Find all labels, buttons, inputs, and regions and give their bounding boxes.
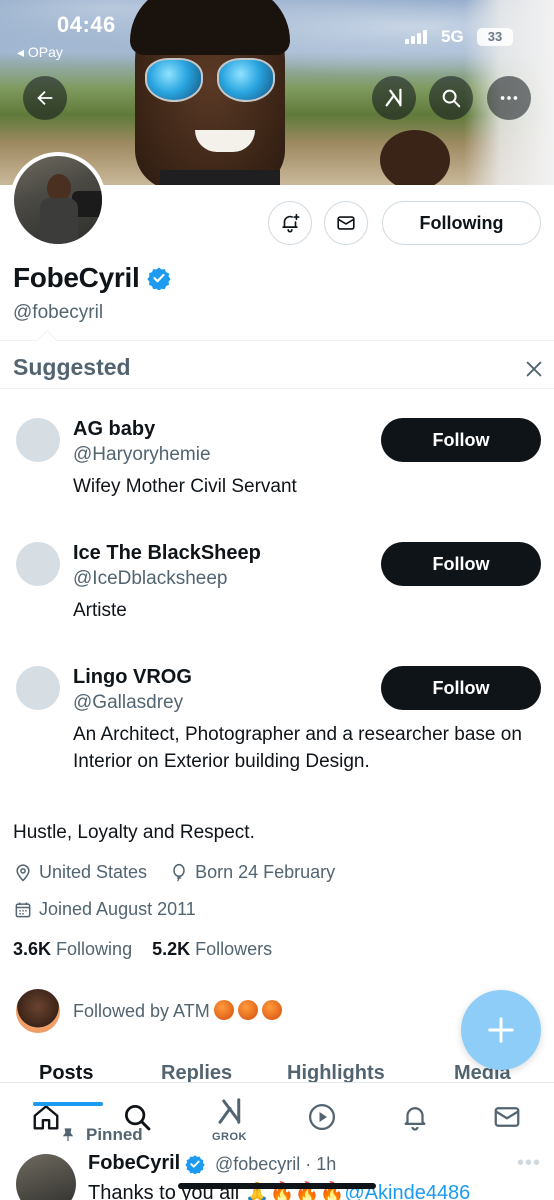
profile-meta-row: United States Born 24 February [13, 862, 335, 883]
followers-count: 5.2K [152, 939, 191, 959]
followers-count-link[interactable]: 5.2K Followers [152, 939, 272, 959]
verified-badge-icon[interactable] [147, 266, 172, 290]
suggested-caret [37, 330, 57, 350]
nav-notifications[interactable] [399, 1101, 431, 1133]
back-to-app-link[interactable]: ◂ OPay [17, 44, 63, 61]
suggested-user-bio: Wifey Mother Civil Servant [73, 476, 297, 497]
dismiss-suggested-button[interactable] [521, 356, 547, 382]
followed-by-avatar [16, 989, 60, 1033]
follow-button[interactable]: Follow [381, 666, 541, 710]
pinned-label-row: Pinned [60, 1125, 143, 1145]
suggested-title: Suggested [13, 354, 131, 380]
more-icon [500, 96, 518, 100]
home-icon [33, 1105, 59, 1130]
balloon-icon [173, 863, 185, 882]
suggested-user-avatar[interactable] [16, 542, 60, 586]
active-tab-indicator [33, 1102, 103, 1106]
pinned-label: Pinned [86, 1125, 143, 1144]
grok-icon [218, 1098, 241, 1124]
message-button[interactable] [324, 201, 368, 245]
birthday-group: Born 24 February [169, 862, 335, 883]
suggested-user-handle: @Haryoryhemie [73, 444, 211, 465]
profile-birthday: Born 24 February [195, 862, 336, 882]
followed-by-text: Followed by ATM [73, 1000, 282, 1022]
plus-icon [488, 1017, 514, 1043]
basketball-emoji [213, 1000, 234, 1020]
calendar-icon [15, 902, 31, 917]
grok-icon [385, 88, 402, 107]
more-options-button[interactable] [487, 76, 531, 120]
bell-icon [404, 1107, 426, 1131]
profile-bio: Hustle, Loyalty and Respect. [13, 822, 255, 843]
basketball-emoji [237, 1000, 258, 1020]
status-bar: 04:46 ◂ OPay 5G 33 [0, 0, 554, 70]
grok-button[interactable] [372, 76, 416, 120]
banner-shirt [160, 170, 280, 185]
verified-badge-icon [185, 1154, 205, 1174]
nav-grok[interactable] [214, 1095, 246, 1127]
follow-counts: 3.6K Following 5.2K Followers [13, 939, 272, 960]
home-indicator [178, 1183, 376, 1189]
location-pin-icon [16, 863, 30, 882]
nav-messages[interactable] [491, 1101, 523, 1133]
mail-icon [494, 1107, 520, 1127]
post-author-row: FobeCyril [88, 1152, 205, 1175]
signal-icon [405, 30, 427, 44]
close-icon [526, 361, 542, 377]
nav-videos[interactable] [306, 1101, 338, 1133]
followed-by-row[interactable]: Followed by ATM [16, 989, 282, 1033]
followed-by-label: Followed by ATM [73, 1001, 210, 1021]
compose-button[interactable] [461, 990, 541, 1070]
mail-icon [337, 216, 355, 230]
network-type: 5G [441, 27, 464, 46]
post-author-name[interactable]: FobeCyril [88, 1152, 180, 1175]
suggested-user-handle: @Gallasdrey [73, 692, 184, 713]
back-arrow-icon [37, 90, 53, 106]
following-count-link[interactable]: 3.6K Following [13, 939, 132, 959]
pin-icon [62, 1128, 74, 1141]
divider [0, 388, 554, 389]
suggested-user-bio: An Architect, Photographer and a researc… [73, 724, 522, 772]
followers-label: Followers [195, 939, 273, 959]
post-more-button[interactable]: ••• [517, 1152, 541, 1175]
divider [0, 340, 554, 341]
suggested-user-avatar[interactable] [16, 666, 60, 710]
profile-location: United States [39, 862, 148, 882]
avatar-body [40, 198, 78, 244]
suggested-user-avatar[interactable] [16, 418, 60, 462]
follow-button[interactable]: Follow [381, 418, 541, 462]
play-icon [309, 1104, 335, 1130]
profile-name: FobeCyril [13, 262, 140, 293]
following-button[interactable]: Following [382, 201, 541, 245]
post-meta: @fobecyril · 1h [215, 1154, 337, 1174]
banner-child-head [380, 130, 450, 185]
search-icon [442, 89, 461, 108]
basketball-emoji [261, 1000, 282, 1020]
suggested-user-name[interactable]: AG baby [73, 418, 155, 441]
suggested-user-bio: Artiste [73, 600, 127, 621]
profile-handle: @fobecyril [13, 302, 104, 323]
suggested-user-name[interactable]: Lingo VROG [73, 666, 192, 689]
back-button[interactable] [23, 76, 67, 120]
suggested-user-name[interactable]: Ice The BlackSheep [73, 542, 261, 565]
following-label: Following [56, 939, 133, 959]
status-time: 04:46 [57, 12, 116, 37]
battery-icon: 33 [477, 28, 513, 46]
follow-button[interactable]: Follow [381, 542, 541, 586]
notification-bell-plus-icon [282, 213, 300, 233]
profile-joined-row: Joined August 2011 [13, 899, 196, 920]
search-button[interactable] [429, 76, 473, 120]
profile-name-row: FobeCyril [13, 262, 172, 294]
profile-avatar[interactable] [10, 152, 106, 248]
suggested-user-handle: @IceDblacksheep [73, 568, 228, 589]
notifications-subscribe-button[interactable] [268, 201, 312, 245]
post-author-avatar[interactable] [16, 1154, 76, 1200]
following-count: 3.6K [13, 939, 52, 959]
profile-joined: Joined August 2011 [39, 899, 196, 919]
grok-label: GROK [212, 1131, 247, 1143]
